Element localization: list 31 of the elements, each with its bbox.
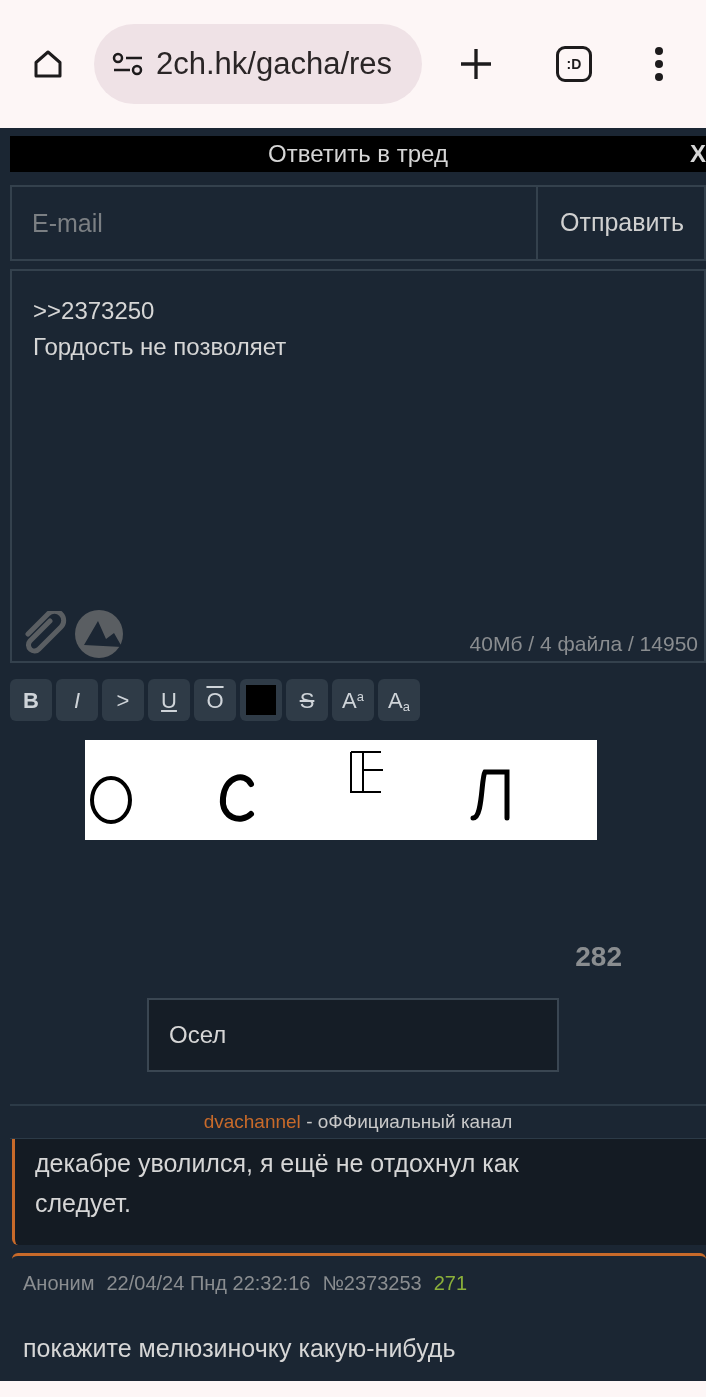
markup-button[interactable]: B: [10, 679, 52, 721]
captcha-answer-field[interactable]: Осел: [147, 998, 559, 1072]
site-settings-icon[interactable]: [112, 50, 144, 78]
post-index: 271: [433, 1271, 468, 1296]
markup-button[interactable]: >: [102, 679, 144, 721]
form-title: Ответить в тред: [268, 139, 448, 169]
footer-text: dvachannel - оФФициальный канал: [203, 1109, 513, 1134]
file-limits: 40Мб / 4 файла / 14950: [469, 630, 698, 657]
markup-button[interactable]: O: [194, 679, 236, 721]
message-field[interactable]: >>2373250 Гордость не позволяет 40Мб / 4 файла / 14950: [10, 269, 706, 663]
post-text: покажите мелюзиночку какую-нибудь: [23, 1333, 457, 1364]
markup-button[interactable]: I: [56, 679, 98, 721]
address-bar[interactable]: 2ch.hk/gacha/res: [94, 24, 422, 104]
post-number[interactable]: №2373253: [322, 1268, 422, 1298]
captcha-counter: 282: [575, 940, 622, 974]
send-button[interactable]: Отправить: [538, 185, 706, 261]
email-field[interactable]: E-mail: [10, 185, 538, 261]
post-text: декабре уволился, я ещё не отдохнул как следует.: [35, 1148, 520, 1219]
post-date: 22/04/24 Пнд 22:32:16: [106, 1271, 311, 1296]
channel-link[interactable]: dvachannel: [203, 1110, 301, 1132]
tab-switcher-button[interactable]: :D: [556, 46, 592, 82]
markup-button[interactable]: A$_{a}$: [378, 679, 420, 721]
post-author: Аноним: [23, 1271, 95, 1296]
markup-button[interactable]: U: [148, 679, 190, 721]
spoiler-icon: [246, 685, 276, 715]
message-text: >>2373250 Гордость не позволяет: [33, 296, 287, 362]
menu-icon[interactable]: [654, 46, 664, 82]
markup-button[interactable]: A$^{a}$: [332, 679, 374, 721]
close-button[interactable]: X: [690, 136, 706, 172]
markup-button[interactable]: S: [286, 679, 328, 721]
url-text: 2ch.hk/gacha/res: [156, 44, 393, 83]
